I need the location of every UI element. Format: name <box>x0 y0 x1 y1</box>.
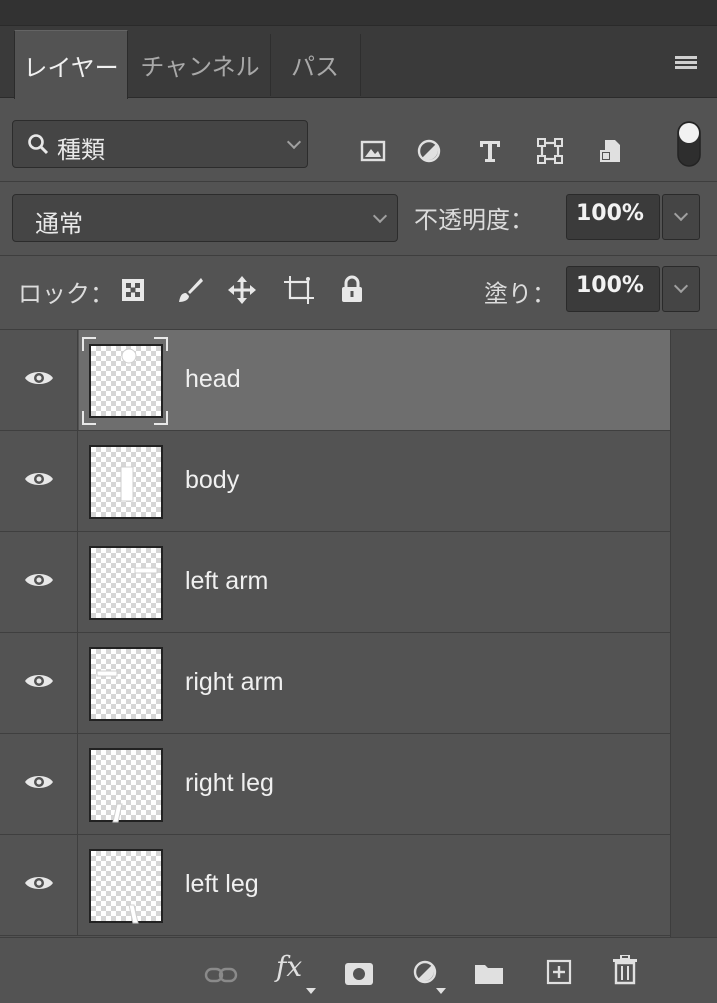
triangle-down-icon <box>306 988 316 994</box>
fill-label: 塗り： <box>484 280 556 308</box>
fill-input[interactable]: 100% <box>566 266 660 312</box>
tab-channels-label: チャンネル <box>140 52 260 81</box>
selection-corner <box>82 411 96 425</box>
layer-content[interactable]: right leg <box>79 734 670 834</box>
trash-icon[interactable] <box>612 955 638 985</box>
layer-name[interactable]: left arm <box>185 567 268 596</box>
layers-bottom-bar: fx <box>0 937 717 1003</box>
layer-content[interactable]: left leg <box>79 835 670 935</box>
filter-toggle-switch[interactable] <box>676 120 702 168</box>
selection-corner <box>154 337 168 351</box>
layer-row-right-arm[interactable]: right arm <box>0 633 670 734</box>
opacity-value: 100% <box>576 201 644 226</box>
layer-name[interactable]: right arm <box>185 668 284 697</box>
layer-name[interactable]: head <box>185 365 241 394</box>
chevron-down-icon <box>673 206 689 222</box>
shape-filter-icon[interactable] <box>537 138 563 164</box>
visibility-cell[interactable] <box>0 431 78 531</box>
fill-value: 100% <box>576 273 644 298</box>
layers-scrollbar[interactable] <box>670 330 717 937</box>
layers-list: head body left arm right arm right leg l… <box>0 330 670 937</box>
filter-type-label: 種類 <box>57 136 105 164</box>
layer-row-left-leg[interactable]: left leg <box>0 835 670 936</box>
chevron-down-icon <box>286 134 302 150</box>
layer-thumbnail <box>89 748 163 823</box>
layer-content[interactable]: head <box>79 330 670 430</box>
eye-icon[interactable] <box>24 469 54 489</box>
smart-object-filter-icon[interactable] <box>598 138 624 164</box>
blend-mode-label: 通常 <box>35 210 83 238</box>
lock-position-move-icon[interactable] <box>228 276 256 304</box>
eye-icon[interactable] <box>24 873 54 893</box>
layer-row-left-arm[interactable]: left arm <box>0 532 670 633</box>
opacity-slider-button[interactable] <box>662 194 700 240</box>
layer-thumbnail <box>89 546 163 620</box>
visibility-cell[interactable] <box>0 633 78 733</box>
adjustment-filter-icon[interactable] <box>416 138 442 164</box>
image-filter-icon[interactable] <box>360 138 386 164</box>
visibility-cell[interactable] <box>0 532 78 632</box>
tab-paths[interactable]: パス <box>272 30 358 98</box>
layers-panel: レイヤー チャンネル パス 種類 通常 不透明度： 100% ロック： 塗り： … <box>0 0 717 1003</box>
lock-all-icon[interactable] <box>340 275 364 303</box>
lock-label: ロック： <box>18 280 114 308</box>
eye-icon[interactable] <box>24 368 54 388</box>
visibility-cell[interactable] <box>0 835 78 935</box>
search-icon <box>28 134 49 155</box>
layer-name[interactable]: left leg <box>185 870 259 899</box>
tab-channels[interactable]: チャンネル <box>132 30 268 98</box>
layer-thumbnail <box>89 849 163 924</box>
layer-style-fx-button[interactable]: fx <box>276 950 302 983</box>
layer-content[interactable]: left arm <box>79 532 670 632</box>
new-group-folder-icon[interactable] <box>474 958 504 988</box>
layer-name[interactable]: body <box>185 466 239 495</box>
selection-corner <box>154 411 168 425</box>
layer-row-body[interactable]: body <box>0 431 670 532</box>
panel-menu-icon[interactable] <box>675 56 697 70</box>
tab-separator <box>360 34 361 96</box>
layer-name[interactable]: right leg <box>185 769 274 798</box>
visibility-cell[interactable] <box>0 734 78 834</box>
lock-image-pixels-brush-icon[interactable] <box>176 276 204 304</box>
new-adjustment-layer-icon[interactable] <box>412 957 438 987</box>
eye-icon[interactable] <box>24 772 54 792</box>
visibility-cell[interactable] <box>0 330 78 430</box>
lock-artboard-icon[interactable] <box>284 276 314 304</box>
tab-separator <box>270 34 271 96</box>
filter-type-dropdown[interactable]: 種類 <box>12 120 308 168</box>
fill-slider-button[interactable] <box>662 266 700 312</box>
layer-content[interactable]: right arm <box>79 633 670 733</box>
new-layer-icon[interactable] <box>546 957 572 987</box>
opacity-label: 不透明度： <box>414 206 534 234</box>
tab-paths-label: パス <box>291 52 339 81</box>
layer-thumbnail <box>89 445 163 519</box>
panel-top-strip <box>0 0 717 26</box>
tab-bar: レイヤー チャンネル パス <box>0 26 717 99</box>
selection-corner <box>82 337 96 351</box>
layer-thumbnail <box>89 647 163 721</box>
layer-content[interactable]: body <box>79 431 670 531</box>
eye-icon[interactable] <box>24 671 54 691</box>
blend-mode-dropdown[interactable]: 通常 <box>12 194 398 242</box>
eye-icon[interactable] <box>24 570 54 590</box>
layer-row-head[interactable]: head <box>0 330 670 431</box>
opacity-input[interactable]: 100% <box>566 194 660 240</box>
triangle-down-icon <box>436 988 446 994</box>
chevron-down-icon <box>372 208 388 224</box>
link-layers-icon[interactable] <box>204 960 238 990</box>
layer-row-right-leg[interactable]: right leg <box>0 734 670 835</box>
chevron-down-icon <box>673 278 689 294</box>
layer-thumbnail <box>89 344 163 418</box>
tab-layers-label: レイヤー <box>23 53 119 82</box>
tab-layers[interactable]: レイヤー <box>14 30 128 99</box>
lock-transparent-pixels-icon[interactable] <box>120 277 146 303</box>
add-mask-icon[interactable] <box>344 959 374 989</box>
type-filter-icon[interactable] <box>477 138 503 164</box>
